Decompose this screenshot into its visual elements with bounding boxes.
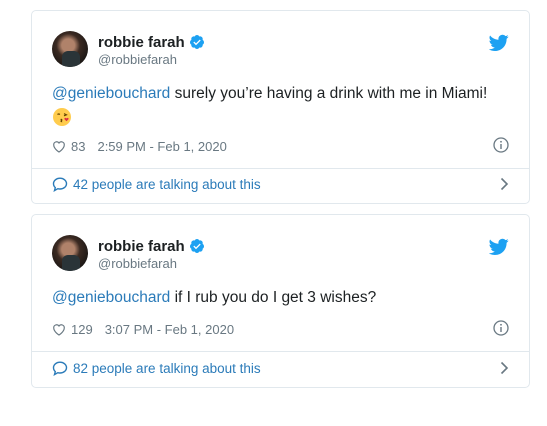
verified-badge-icon — [189, 239, 204, 253]
tweet-header: robbie farah @robbiefarah — [52, 31, 509, 71]
conversation-link[interactable]: 42 people are talking about this — [52, 174, 509, 194]
tweet-body: if I rub you do I get 3 wishes? — [170, 289, 377, 306]
tweet-meta: 83 2:59 PM - Feb 1, 2020 — [52, 137, 509, 155]
timestamp[interactable]: 3:07 PM - Feb 1, 2020 — [105, 322, 234, 337]
verified-badge-icon — [189, 35, 204, 49]
author-handle[interactable]: @robbiefarah — [98, 256, 177, 271]
heart-icon[interactable] — [52, 140, 66, 153]
tweet-body: surely you’re having a drink with me in … — [170, 85, 488, 102]
tweet-card[interactable]: robbie farah @robbiefarah @geniebouchard… — [31, 10, 530, 204]
chevron-right-icon[interactable] — [500, 361, 509, 375]
twitter-bird-icon[interactable] — [489, 238, 509, 256]
author-name[interactable]: robbie farah — [98, 34, 185, 51]
twitter-bird-icon[interactable] — [489, 34, 509, 52]
like-count[interactable]: 83 — [71, 139, 85, 154]
tweet-text: @geniebouchard if I rub you do I get 3 w… — [52, 287, 509, 309]
info-icon[interactable] — [493, 137, 509, 153]
tweet-header: robbie farah @robbiefarah — [52, 235, 509, 275]
kissing-face-with-heart-icon — [53, 108, 71, 126]
timestamp[interactable]: 2:59 PM - Feb 1, 2020 — [97, 139, 226, 154]
divider — [32, 168, 529, 169]
avatar[interactable] — [52, 31, 88, 67]
tweet-card[interactable]: robbie farah @robbiefarah @geniebouchard… — [31, 214, 530, 388]
author-name-row[interactable]: robbie farah — [98, 237, 205, 255]
author-handle[interactable]: @robbiefarah — [98, 52, 177, 67]
author-name-row[interactable]: robbie farah — [98, 33, 205, 51]
divider — [32, 351, 529, 352]
avatar[interactable] — [52, 235, 88, 271]
heart-icon[interactable] — [52, 323, 66, 336]
mention-link[interactable]: @geniebouchard — [52, 289, 170, 306]
mention-link[interactable]: @geniebouchard — [52, 85, 170, 102]
conversation-link[interactable]: 82 people are talking about this — [52, 358, 509, 378]
speech-bubble-icon — [52, 360, 68, 376]
info-icon[interactable] — [493, 320, 509, 336]
talking-count-label[interactable]: 82 people are talking about this — [73, 361, 261, 376]
like-count[interactable]: 129 — [71, 322, 93, 337]
tweet-text: @geniebouchard surely you’re having a dr… — [52, 83, 509, 131]
speech-bubble-icon — [52, 176, 68, 192]
author-name[interactable]: robbie farah — [98, 238, 185, 255]
talking-count-label[interactable]: 42 people are talking about this — [73, 177, 261, 192]
tweet-meta: 129 3:07 PM - Feb 1, 2020 — [52, 320, 509, 338]
chevron-right-icon[interactable] — [500, 177, 509, 191]
